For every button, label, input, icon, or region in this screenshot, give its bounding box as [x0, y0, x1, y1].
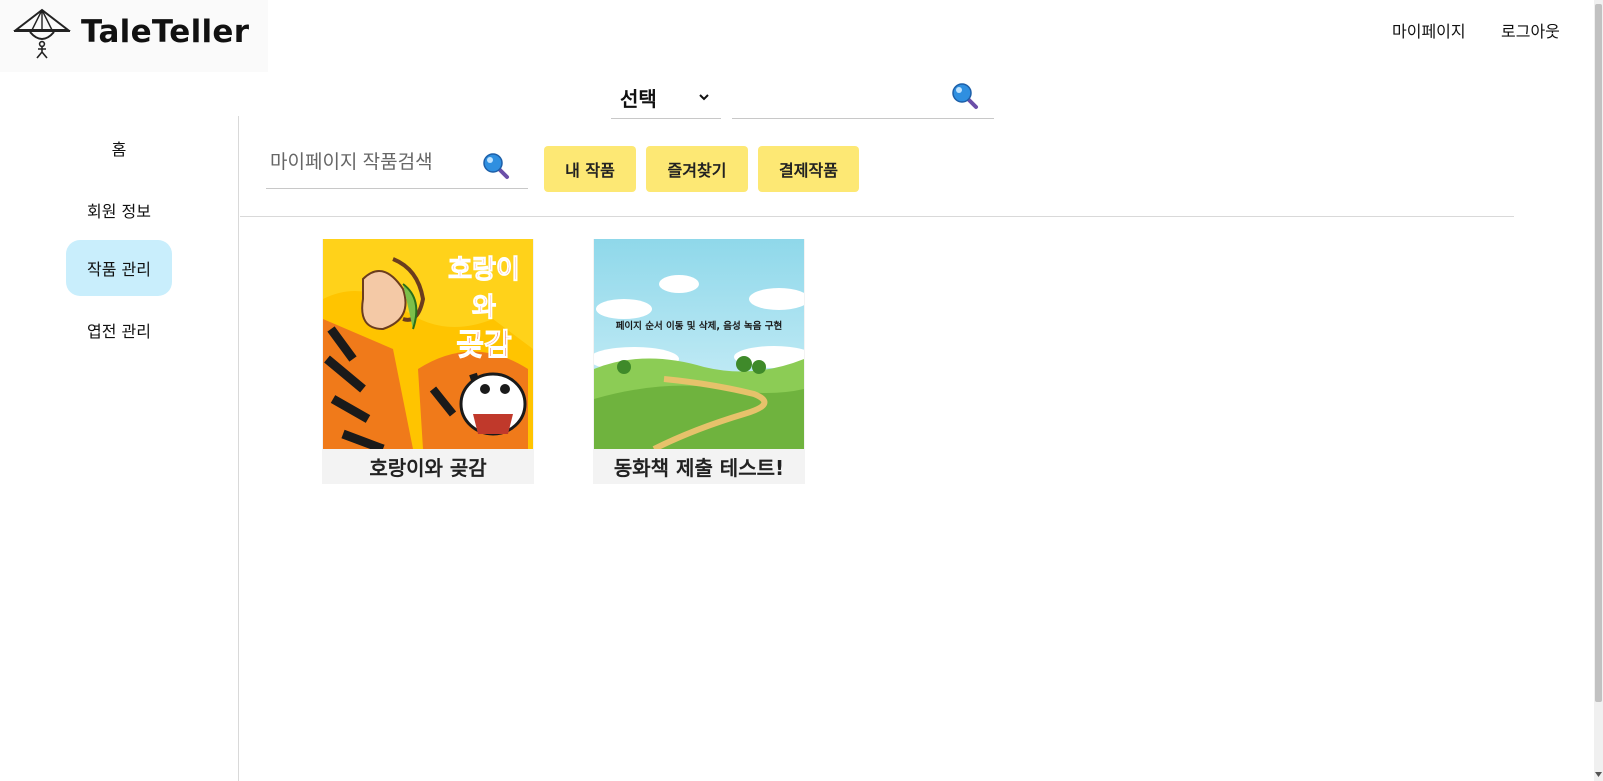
- magnifier-icon[interactable]: [482, 152, 510, 180]
- cover-headline-line1: 호랑이와: [448, 255, 521, 324]
- work-card[interactable]: 호랑이와 곶감 호랑이와 곶감: [322, 239, 534, 484]
- global-search-field: [732, 78, 994, 119]
- straw-hat-child-icon: [13, 8, 71, 59]
- mypage-link[interactable]: 마이페이지: [1392, 18, 1466, 42]
- works-search-input[interactable]: [270, 147, 480, 179]
- global-search-input[interactable]: [732, 84, 942, 112]
- sidebar-item-home[interactable]: 홈: [66, 120, 172, 176]
- search-category-select[interactable]: 선택: [611, 78, 721, 119]
- my-works-filter-button[interactable]: 내 작품: [544, 146, 636, 192]
- work-card-title: 동화책 제출 테스트!: [613, 456, 785, 480]
- scroll-down-arrow-icon[interactable]: [1595, 771, 1602, 778]
- sidebar-item-works-management[interactable]: 작품 관리: [66, 240, 172, 296]
- page-scrollbar[interactable]: [1594, 0, 1603, 781]
- sidebar-item-member-info[interactable]: 회원 정보: [66, 182, 172, 238]
- works-search-field: [266, 141, 528, 189]
- cover-caption: 페이지 순서 이동 및 삭제, 음성 녹음 구현: [615, 321, 783, 332]
- work-card[interactable]: 페이지 순서 이동 및 삭제, 음성 녹음 구현 동화책 제출 테스트!: [593, 239, 805, 484]
- scrollbar-thumb[interactable]: [1595, 4, 1602, 702]
- chevron-down-icon: [699, 94, 709, 101]
- content-divider: [240, 216, 1514, 217]
- search-category-value: 선택: [620, 87, 657, 111]
- purchased-filter-button[interactable]: 결제작품: [758, 146, 859, 192]
- logout-link[interactable]: 로그아웃: [1501, 18, 1560, 42]
- cover-headline-line2: 곶감: [456, 328, 512, 364]
- work-card-title: 호랑이와 곶감: [369, 456, 487, 480]
- sidebar-item-coin-management[interactable]: 엽전 관리: [66, 302, 172, 358]
- work-cover-image: 페이지 순서 이동 및 삭제, 음성 녹음 구현: [594, 239, 804, 449]
- cover-headline: 호랑이와 곶감: [439, 251, 529, 365]
- brand-logo[interactable]: TaleTeller: [0, 0, 268, 72]
- sidebar: 홈 회원 정보 작품 관리 엽전 관리: [0, 116, 239, 781]
- favorites-filter-button[interactable]: 즐겨찾기: [646, 146, 748, 192]
- brand-name: TaleTeller: [81, 14, 250, 50]
- work-cover-image: 호랑이와 곶감: [323, 239, 533, 449]
- magnifier-icon[interactable]: [951, 82, 979, 110]
